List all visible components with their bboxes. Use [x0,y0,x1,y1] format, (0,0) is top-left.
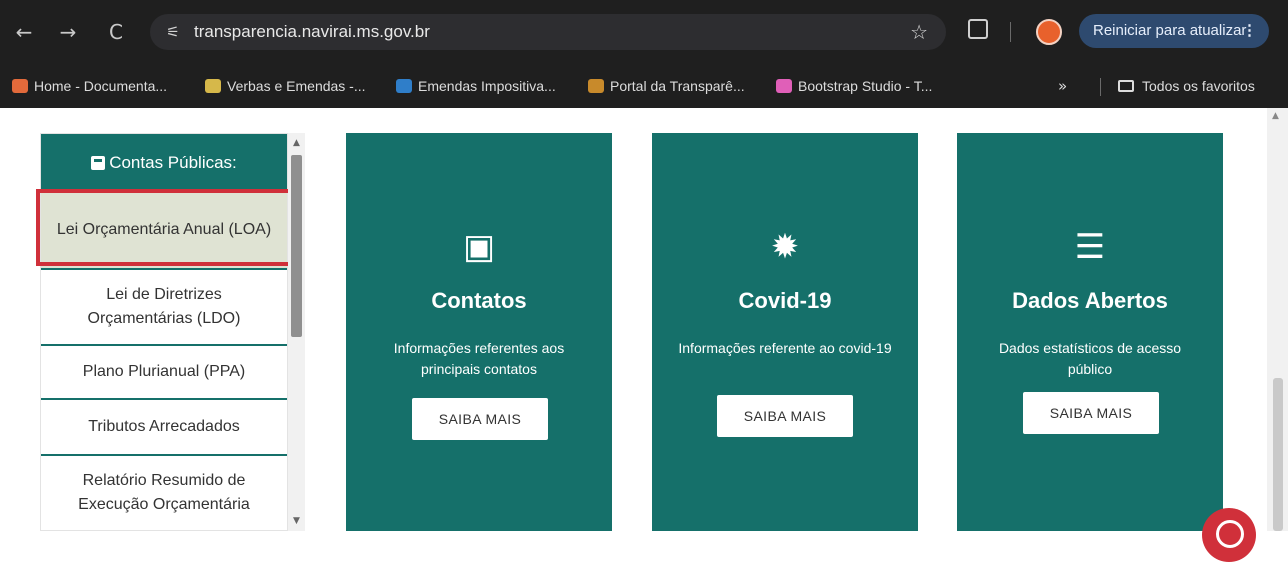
loa-highlight-annotation [36,189,301,266]
sidebar-item-label: Lei de Diretrizes Orçamentárias (LDO) [87,286,241,327]
database-icon: ☰ [1074,227,1106,267]
sidebar-header: Contas Públicas: [41,134,287,192]
more-bookmarks-icon[interactable]: » [1058,76,1067,96]
saiba-mais-button[interactable]: SAIBA MAIS [1023,392,1159,434]
bookmark-favicon-icon [776,79,792,93]
bookmark-label: Home - Documenta... [34,78,168,94]
menu-dots-icon[interactable]: ⋮ [1242,14,1257,48]
restart-to-update-button[interactable]: Reiniciar para atualizar ⋮ [1079,14,1269,48]
virus-icon: ✹ [770,227,800,267]
bookmark-item[interactable]: Home - Documenta... [12,76,167,96]
back-icon[interactable]: ← [12,20,36,44]
card-covid-19: ✹ Covid-19 Informações referente ao covi… [652,133,918,531]
scroll-thumb[interactable] [291,155,302,337]
bookmarks-bar: Home - Documenta... Verbas e Emendas -..… [0,64,1288,108]
calculator-icon [91,156,106,170]
sidebar-item-label: Plano Plurianual (PPA) [82,363,246,380]
url-text[interactable]: transparencia.navirai.ms.gov.br [194,14,430,50]
sidebar-scrollbar[interactable]: ▲ ▼ [288,133,305,531]
bookmark-label: Bootstrap Studio - T... [798,78,933,94]
bookmark-item[interactable]: Bootstrap Studio - T... [776,76,932,96]
extensions-icon[interactable] [968,19,988,39]
bookmark-favicon-icon [205,79,221,93]
card-dados-abertos: ☰ Dados Abertos Dados estatísticos de ac… [957,133,1223,531]
bookmark-item[interactable]: Portal da Transparê... [588,76,745,96]
page-scrollbar[interactable]: ▲ [1267,108,1288,531]
card-description: Dados estatísticos de acesso público [998,340,1182,377]
update-button-label: Reiniciar para atualizar [1093,22,1247,39]
sidebar-title: Contas Públicas: [109,153,237,172]
sidebar-item-rreo[interactable]: Relatório Resumido de Execução Orçamentá… [41,456,287,530]
help-button[interactable] [1202,508,1256,562]
sidebar-item-ldo[interactable]: Lei de Diretrizes Orçamentárias (LDO) [41,270,287,346]
bookmarks-divider [1100,78,1101,96]
sidebar-item-ppa[interactable]: Plano Plurianual (PPA) [41,346,287,400]
card-description: Informações referentes aos principais co… [393,340,565,377]
scroll-thumb[interactable] [1273,378,1283,531]
all-bookmarks-label: Todos os favoritos [1142,78,1255,94]
bookmark-favicon-icon [588,79,604,93]
card-contatos: ▣ Contatos Informações referentes aos pr… [346,133,612,531]
card-title: Dados Abertos [1012,288,1168,313]
sidebar-item-label: Tributos Arrecadados [88,418,240,435]
card-description: Informações referente ao covid-19 [678,340,892,356]
reload-icon[interactable]: C [104,20,128,44]
card-title: Contatos [431,288,527,313]
saiba-mais-button[interactable]: SAIBA MAIS [412,398,548,440]
toolbar-divider [1010,22,1011,42]
bookmark-item[interactable]: Verbas e Emendas -... [205,76,366,96]
card-title: Covid-19 [738,288,832,313]
address-book-icon: ▣ [462,227,496,267]
bookmark-label: Verbas e Emendas -... [227,78,366,94]
address-bar[interactable]: ⚟ transparencia.navirai.ms.gov.br ☆ [150,14,946,50]
bookmark-label: Portal da Transparê... [610,78,745,94]
browser-toolbar: ← → C ⚟ transparencia.navirai.ms.gov.br … [0,0,1288,64]
bookmark-favicon-icon [396,79,412,93]
scroll-down-arrow-icon[interactable]: ▼ [290,515,303,527]
site-info-icon[interactable]: ⚟ [162,21,184,43]
bookmark-favicon-icon [12,79,28,93]
all-bookmarks-folder[interactable]: Todos os favoritos [1118,76,1255,96]
profile-avatar[interactable] [1036,19,1062,45]
bookmark-item[interactable]: Emendas Impositiva... [396,76,556,96]
scroll-up-arrow-icon[interactable]: ▲ [1272,111,1279,121]
bookmark-label: Emendas Impositiva... [418,78,556,94]
folder-icon [1118,80,1134,92]
bookmark-star-icon[interactable]: ☆ [910,20,928,44]
sidebar-item-tributos[interactable]: Tributos Arrecadados [41,400,287,456]
scroll-up-arrow-icon[interactable]: ▲ [290,137,303,149]
saiba-mais-button[interactable]: SAIBA MAIS [717,395,853,437]
sidebar-item-label: Relatório Resumido de Execução Orçamentá… [78,472,250,513]
forward-icon[interactable]: → [56,20,80,44]
